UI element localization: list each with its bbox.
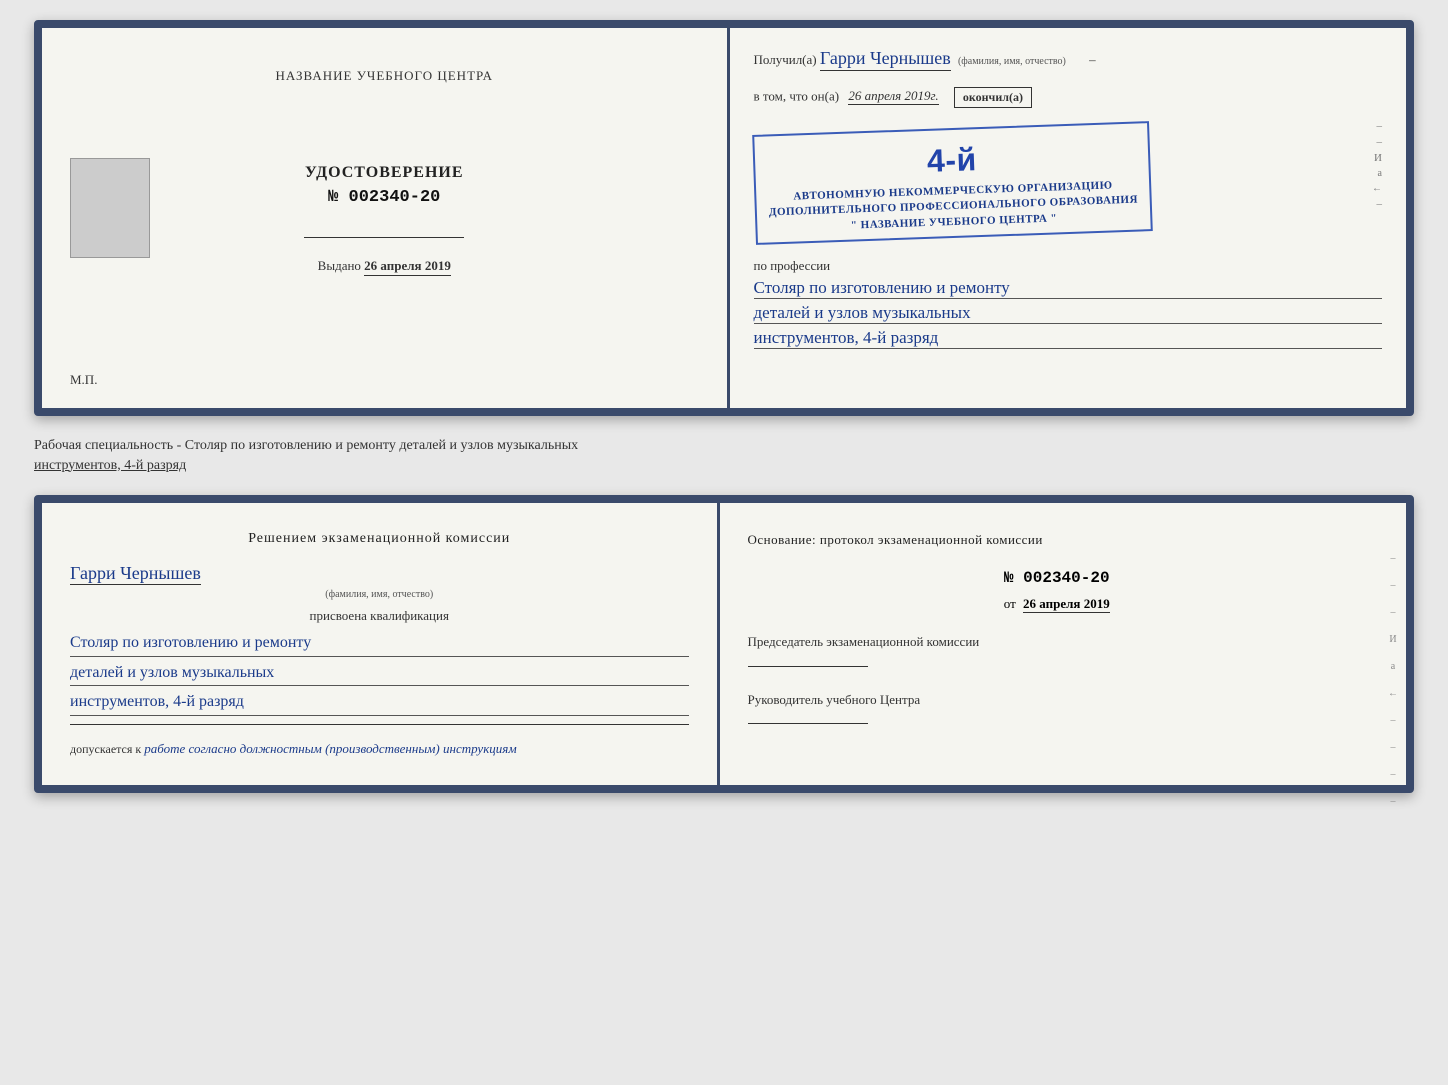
cert-number-prefix: № bbox=[328, 188, 338, 207]
right-edge-top: – – И а ← – bbox=[1372, 120, 1382, 210]
top-right-page: Получил(а) Гарри Чернышев (фамилия, имя,… bbox=[730, 28, 1407, 408]
cert-issued-label: Выдано bbox=[318, 258, 361, 273]
basis-number-prefix: № bbox=[1004, 569, 1014, 587]
director-block: Руководитель учебного Центра bbox=[748, 691, 1367, 724]
caption-block: Рабочая специальность - Столяр по изгото… bbox=[34, 432, 1414, 479]
bottom-name: Гарри Чернышев bbox=[70, 563, 201, 585]
qualification-line3: инструментов, 4-й разряд bbox=[70, 689, 689, 716]
vtom-prefix: в том, что он(а) bbox=[754, 88, 840, 103]
bottom-document-spread: Решением экзаменационной комиссии Гарри … bbox=[34, 495, 1414, 793]
cert-issued-date: 26 апреля 2019 bbox=[364, 258, 451, 276]
profession-line3: инструментов, 4-й разряд bbox=[754, 328, 1383, 349]
recipient-name: Гарри Чернышев bbox=[820, 48, 951, 71]
chairman-label: Председатель экзаменационной комиссии bbox=[748, 633, 1367, 651]
photo-placeholder bbox=[70, 158, 150, 258]
stamp-block: 4-й АВТОНОМНУЮ НЕКОММЕРЧЕСКУЮ ОРГАНИЗАЦИ… bbox=[752, 121, 1153, 245]
chairman-block: Председатель экзаменационной комиссии bbox=[748, 633, 1367, 666]
mp-label: М.П. bbox=[70, 372, 97, 388]
decision-title: Решением экзаменационной комиссии bbox=[70, 531, 689, 547]
profession-prefix: по профессии bbox=[754, 258, 1383, 274]
top-left-page: НАЗВАНИЕ УЧЕБНОГО ЦЕНТРА УДОСТОВЕРЕНИЕ №… bbox=[42, 28, 730, 408]
director-signature-line bbox=[748, 723, 868, 724]
basis-number-value: 002340-20 bbox=[1023, 569, 1109, 587]
bottom-name-subline: (фамилия, имя, отчество) bbox=[70, 589, 689, 600]
basis-date-value: 26 апреля 2019 bbox=[1023, 596, 1110, 613]
qualification-line2: деталей и узлов музыкальных bbox=[70, 660, 689, 687]
basis-date-prefix: от bbox=[1004, 596, 1016, 611]
caption-text1: Рабочая специальность - Столяр по изгото… bbox=[34, 438, 578, 453]
vtom-line: в том, что он(а) 26 апреля 2019г. окончи… bbox=[754, 87, 1383, 108]
bottom-name-line: Гарри Чернышев bbox=[70, 563, 689, 585]
allowed-value: работе согласно должностным (производств… bbox=[144, 741, 516, 756]
cert-issued-line: Выдано 26 апреля 2019 bbox=[304, 258, 464, 276]
director-label: Руководитель учебного Центра bbox=[748, 691, 1367, 709]
top-document-spread: НАЗВАНИЕ УЧЕБНОГО ЦЕНТРА УДОСТОВЕРЕНИЕ №… bbox=[34, 20, 1414, 416]
profession-line1: Столяр по изготовлению и ремонту bbox=[754, 278, 1383, 299]
assigned-label: присвоена квалификация bbox=[70, 608, 689, 624]
cert-number-value: 002340-20 bbox=[349, 188, 441, 207]
profession-line2: деталей и узлов музыкальных bbox=[754, 303, 1383, 324]
cert-number: № 002340-20 bbox=[304, 188, 464, 207]
basis-date: от 26 апреля 2019 bbox=[1004, 596, 1110, 611]
bottom-right-page: Основание: протокол экзаменационной коми… bbox=[720, 503, 1407, 785]
bottom-left-page: Решением экзаменационной комиссии Гарри … bbox=[42, 503, 720, 785]
caption-text2: инструментов, 4-й разряд bbox=[34, 458, 186, 473]
recipient-line: Получил(а) Гарри Чернышев (фамилия, имя,… bbox=[754, 48, 1383, 71]
cert-main-block: УДОСТОВЕРЕНИЕ № 002340-20 Выдано 26 апре… bbox=[304, 164, 464, 280]
qualification-line1: Столяр по изготовлению и ремонту bbox=[70, 630, 689, 657]
vtom-date: 26 апреля 2019г. bbox=[848, 88, 938, 105]
right-edge-marks: – – – И а ← – – – – bbox=[1388, 553, 1398, 807]
cert-title: УДОСТОВЕРЕНИЕ bbox=[304, 164, 464, 182]
chairman-signature-line bbox=[748, 666, 868, 667]
allowed-prefix: допускается к bbox=[70, 742, 141, 756]
allowed-label: допускается к работе согласно должностны… bbox=[70, 741, 689, 757]
recipient-subline: (фамилия, имя, отчество) bbox=[958, 56, 1066, 67]
basis-number: № 002340-20 bbox=[748, 569, 1367, 587]
recipient-prefix: Получил(а) bbox=[754, 52, 817, 67]
vtom-okoncil: окончил(а) bbox=[954, 87, 1032, 108]
basis-title: Основание: протокол экзаменационной коми… bbox=[748, 531, 1367, 549]
top-left-title: НАЗВАНИЕ УЧЕБНОГО ЦЕНТРА bbox=[276, 68, 493, 84]
